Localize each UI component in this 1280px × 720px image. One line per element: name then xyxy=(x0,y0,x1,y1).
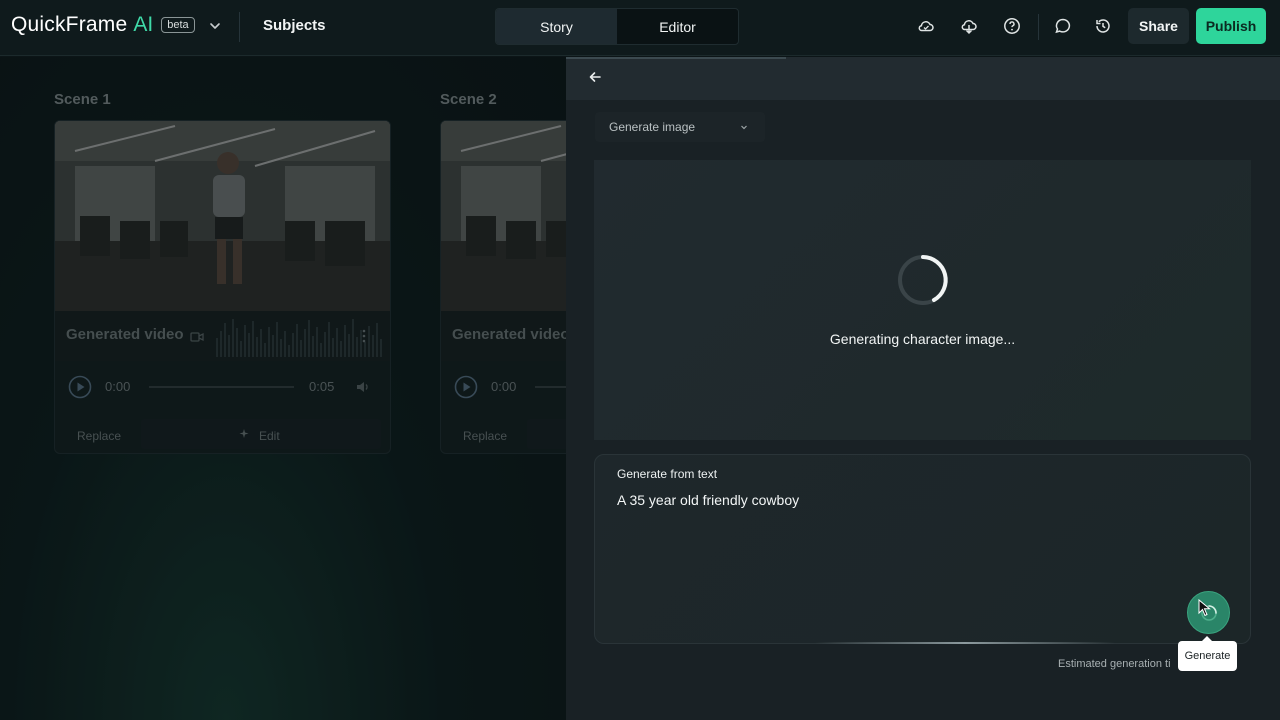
view-tabs: Story Editor xyxy=(495,8,739,45)
thumbnail-overlay xyxy=(441,121,566,311)
prompt-input[interactable]: A 35 year old friendly cowboy xyxy=(617,492,799,508)
volume-icon[interactable] xyxy=(355,379,371,395)
chevron-down-icon[interactable] xyxy=(208,19,222,33)
play-icon[interactable] xyxy=(454,375,478,399)
video-controls: 0:00 0:05 xyxy=(55,361,390,411)
back-arrow-icon[interactable] xyxy=(587,69,603,85)
video-title: Generated video xyxy=(452,326,566,343)
generate-tooltip: Generate xyxy=(1178,636,1237,671)
share-button[interactable]: Share xyxy=(1128,8,1189,44)
current-time: 0:00 xyxy=(105,379,131,394)
tab-editor[interactable]: Editor xyxy=(617,9,738,44)
video-title: Generated video xyxy=(66,326,184,343)
video-controls: 0:00 xyxy=(441,361,566,411)
play-icon[interactable] xyxy=(68,375,92,399)
panel-header xyxy=(566,57,1280,100)
tooltip-tail xyxy=(1202,636,1212,641)
divider xyxy=(1038,14,1039,40)
scene-card[interactable]: Generated video 0:00 Replace xyxy=(440,120,566,454)
history-icon[interactable] xyxy=(1093,16,1113,36)
video-thumbnail[interactable] xyxy=(55,121,390,311)
waveform-graphic xyxy=(216,319,382,357)
logo-text: QuickFrame xyxy=(11,13,128,36)
loading-spinner-icon xyxy=(898,255,948,305)
video-info: Generated video xyxy=(55,311,390,361)
replace-button[interactable]: Replace xyxy=(463,429,507,443)
edit-label: Edit xyxy=(259,429,280,443)
generation-mode-select[interactable]: Generate image xyxy=(595,112,765,142)
generate-image-panel: Generate image Generating character imag… xyxy=(566,57,1280,720)
scenes-workspace: Scene 1 Scene 2 Generated video 0:00 0:0… xyxy=(0,57,566,720)
more-options-icon[interactable] xyxy=(361,329,367,343)
chevron-down-icon xyxy=(741,125,747,130)
top-bar: QuickFrame AI beta Subjects Story Editor… xyxy=(0,0,1280,56)
scene-label: Scene 2 xyxy=(440,91,497,108)
progress-track[interactable] xyxy=(535,386,566,388)
logo-ai: AI xyxy=(133,13,154,36)
page-title: Subjects xyxy=(263,17,326,34)
sparkle-icon xyxy=(239,429,249,438)
image-preview-area: Generating character image... xyxy=(594,160,1251,440)
comment-icon[interactable] xyxy=(1053,16,1073,36)
divider xyxy=(239,12,240,42)
prompt-box[interactable]: Generate from text A 35 year old friendl… xyxy=(594,454,1251,644)
generation-mode-value: Generate image xyxy=(609,120,696,134)
prompt-glow xyxy=(815,642,1115,644)
scene-label: Scene 1 xyxy=(54,91,111,108)
card-actions: Replace Edit xyxy=(55,417,390,451)
card-actions: Replace xyxy=(441,417,566,451)
publish-button[interactable]: Publish xyxy=(1196,8,1266,44)
edit-button[interactable] xyxy=(527,419,566,449)
video-camera-icon xyxy=(190,332,204,342)
edit-button[interactable]: Edit xyxy=(141,419,381,449)
thumbnail-overlay xyxy=(55,121,390,311)
cloud-icon[interactable] xyxy=(916,16,936,36)
prompt-label: Generate from text xyxy=(617,467,718,481)
beta-badge: beta xyxy=(161,17,195,33)
help-icon[interactable] xyxy=(1002,16,1022,36)
panel-loading-bar xyxy=(566,57,786,59)
generation-status-text: Generating character image... xyxy=(829,331,1016,347)
current-time: 0:00 xyxy=(491,379,517,394)
progress-track[interactable] xyxy=(149,386,294,388)
mouse-cursor-icon xyxy=(1198,599,1211,617)
tooltip-text: Generate xyxy=(1184,650,1231,662)
video-info: Generated video xyxy=(441,311,566,361)
scene-card[interactable]: Generated video 0:00 0:05 Replace Edit xyxy=(54,120,391,454)
replace-button[interactable]: Replace xyxy=(77,429,121,443)
estimated-time-text: Estimated generation ti xyxy=(1058,658,1171,670)
app-logo[interactable]: QuickFrame AI beta xyxy=(11,13,195,37)
tab-story[interactable]: Story xyxy=(496,9,617,44)
total-time: 0:05 xyxy=(309,379,335,394)
download-icon[interactable] xyxy=(959,16,979,36)
video-thumbnail[interactable] xyxy=(441,121,566,311)
